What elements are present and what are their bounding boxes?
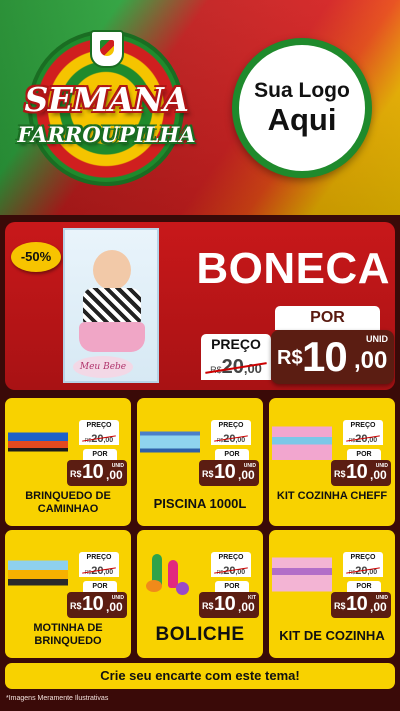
- price-currency: R$: [334, 469, 346, 479]
- price-currency: R$: [277, 347, 303, 369]
- price-int: 10: [82, 461, 104, 483]
- doll-body: [83, 288, 141, 324]
- discount-badge: -50%: [11, 242, 61, 272]
- hero-title: BONECA: [196, 244, 390, 293]
- old-price-label: PREÇO: [343, 552, 383, 563]
- new-price: R$ 10,00 KIT: [199, 592, 259, 618]
- price-currency: R$: [70, 469, 82, 479]
- old-price-label: PREÇO: [211, 420, 251, 431]
- product-card[interactable]: PREÇO R$20,00 POR R$10,00UNID KIT DE COZ…: [269, 530, 395, 658]
- price-currency: R$: [202, 469, 214, 479]
- hero-old-price-label: PREÇO: [201, 334, 271, 354]
- old-price-label: PREÇO: [211, 552, 251, 563]
- old-price: R$20,00: [79, 431, 119, 445]
- doll-product-image: Meu Bebe: [63, 228, 159, 383]
- bowling-ball-purple: [176, 582, 189, 595]
- price-dec: ,00: [106, 600, 123, 614]
- price-currency: R$: [334, 601, 346, 611]
- motorcycle-icon: [8, 550, 68, 598]
- price-unit: KIT: [247, 595, 256, 601]
- product-card[interactable]: PREÇO R$20,00 POR R$10,00UNID PISCINA 10…: [137, 398, 263, 526]
- price-int: 10: [214, 461, 236, 483]
- hero-new-price: R$ 10 ,00 UNID: [271, 330, 394, 384]
- semana-farroupilha-emblem: SEMANA FARROUPILHA: [14, 24, 199, 189]
- doll-skirt: [79, 322, 145, 352]
- old-price: R$20,00: [343, 563, 383, 577]
- old-price-label: PREÇO: [343, 420, 383, 431]
- price-dec: ,00: [238, 600, 255, 614]
- product-name: MOTINHA DE BRINQUEDO: [33, 622, 103, 648]
- new-price-label: POR: [215, 581, 249, 592]
- price-int: 10: [346, 593, 368, 615]
- product-card[interactable]: PREÇO R$20,00 POR R$10,00KIT BOLICHE: [137, 530, 263, 658]
- truck-icon: [8, 418, 68, 466]
- product-name: KIT COZINHA CHEFF: [276, 490, 388, 502]
- old-price-label: PREÇO: [79, 420, 119, 431]
- price-dec: ,00: [354, 347, 388, 374]
- price-int: 10: [302, 333, 348, 380]
- pool-icon: [140, 418, 200, 466]
- header-banner: SEMANA FARROUPILHA Sua Logo Aqui: [0, 0, 400, 215]
- logo-placeholder[interactable]: Sua Logo Aqui: [232, 38, 372, 178]
- product-name: BRINQUEDO DE CAMINHAO: [25, 490, 111, 516]
- product-card[interactable]: PREÇO R$20,00 POR R$10,00UNID KIT COZINH…: [269, 398, 395, 526]
- new-price-label: POR: [83, 449, 117, 460]
- bowling-ball-orange: [146, 580, 162, 592]
- doll-box-label: Meu Bebe: [73, 356, 133, 378]
- price-unit: UNID: [111, 463, 124, 469]
- old-price-label: PREÇO: [79, 552, 119, 563]
- product-card[interactable]: PREÇO R$20,00 POR R$10,00UNID MOTINHA DE…: [5, 530, 131, 658]
- price-unit: UNID: [375, 595, 388, 601]
- doll-head: [93, 250, 131, 290]
- price-currency: R$: [70, 601, 82, 611]
- price-dec: ,00: [106, 468, 123, 482]
- logo-line1: Sua Logo: [254, 79, 350, 103]
- new-price-label: POR: [347, 449, 381, 460]
- hero-old-price: R$20,00: [201, 354, 271, 380]
- price-unit: UNID: [243, 463, 256, 469]
- new-price-label: POR: [215, 449, 249, 460]
- brand-line1: SEMANA: [24, 80, 189, 119]
- price-unit: UNID: [375, 463, 388, 469]
- crest-icon: [90, 30, 124, 68]
- hero-new-price-label: POR: [275, 306, 380, 330]
- product-card[interactable]: PREÇO R$20,00 POR R$10,00UNID BRINQUEDO …: [5, 398, 131, 526]
- new-price: R$ 10,00 UNID: [199, 460, 259, 486]
- new-price: R$ 10,00 UNID: [331, 460, 391, 486]
- price-currency: R$: [202, 601, 214, 611]
- new-price: R$ 10,00 UNID: [67, 592, 127, 618]
- old-price: R$20,00: [343, 431, 383, 445]
- price-dec: ,00: [370, 600, 387, 614]
- hero-offer[interactable]: -50% Meu Bebe BONECA PREÇO R$20,00 POR R…: [5, 222, 395, 390]
- old-price: R$20,00: [211, 431, 251, 445]
- price-unit: UNID: [111, 595, 124, 601]
- price-int: 10: [346, 461, 368, 483]
- price-dec: ,00: [370, 468, 387, 482]
- price-dec: ,00: [238, 468, 255, 482]
- old-price: R$20,00: [211, 563, 251, 577]
- product-name: KIT DE COZINHA: [279, 628, 385, 643]
- price-int: 10: [214, 593, 236, 615]
- price-int: 10: [82, 593, 104, 615]
- kitchen-icon: [272, 418, 332, 466]
- product-name: PISCINA 1000L: [153, 496, 247, 511]
- old-price: R$20,00: [79, 563, 119, 577]
- new-price: R$ 10,00 UNID: [67, 460, 127, 486]
- price-unit: UNID: [366, 334, 388, 344]
- logo-line2: Aqui: [267, 101, 337, 137]
- product-name: BOLICHE: [155, 624, 245, 645]
- new-price: R$ 10,00 UNID: [331, 592, 391, 618]
- new-price-label: POR: [347, 581, 381, 592]
- bowling-icon: [140, 550, 200, 598]
- cta-banner[interactable]: Crie seu encarte com este tema!: [5, 663, 395, 689]
- brand-line2: FARROUPILHA: [17, 122, 196, 147]
- new-price-label: POR: [83, 581, 117, 592]
- disclaimer-text: *Imagens Meramente Ilustrativas: [6, 695, 109, 702]
- kitchen-set-icon: [272, 550, 332, 598]
